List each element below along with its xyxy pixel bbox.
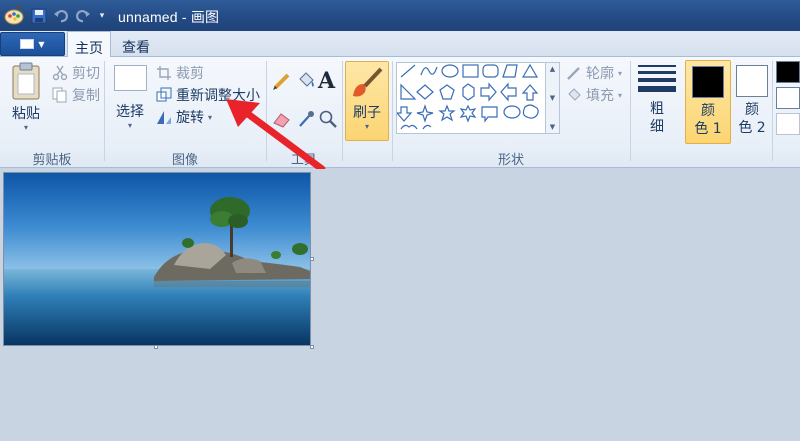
color-2-swatch xyxy=(736,65,768,97)
window-title: unnamed - 画图 xyxy=(118,9,220,25)
palette-swatch-black[interactable] xyxy=(776,61,800,83)
expand-gallery-icon[interactable]: ▼ xyxy=(550,123,555,131)
group-divider xyxy=(104,61,105,161)
document-icon xyxy=(20,39,35,49)
rotate-label: 旋转 xyxy=(176,110,204,126)
tab-view[interactable]: 查看 xyxy=(114,31,158,57)
color-2-button[interactable]: 颜 色 2 xyxy=(733,60,771,144)
color-1-button[interactable]: 颜 色 1 xyxy=(685,60,731,144)
ribbon-home: 粘贴 ▾ 剪切 复制 剪贴板 选择 ▾ 裁剪 重新调整大小 旋转 ▾ 图像 A … xyxy=(0,57,800,173)
shapes-gallery-scrollbar[interactable]: ▲ ▼ ▼ xyxy=(546,62,560,134)
fill-bucket-icon xyxy=(568,88,581,101)
fill-tool[interactable] xyxy=(296,71,316,91)
size-label-line1: 粗 xyxy=(650,101,664,117)
cut-button[interactable]: 剪切 xyxy=(52,63,100,83)
outline-button[interactable]: 轮廓 ▾ xyxy=(566,63,622,83)
scroll-up-icon[interactable]: ▲ xyxy=(550,65,555,73)
copy-button[interactable]: 复制 xyxy=(52,85,100,105)
group-divider xyxy=(342,61,343,161)
color-1-label-line1: 颜 xyxy=(701,103,715,119)
color-1-swatch xyxy=(692,66,724,98)
shapes-gallery[interactable] xyxy=(395,62,546,134)
group-divider xyxy=(772,61,773,161)
fill-label: 填充 xyxy=(586,88,614,104)
crop-icon xyxy=(157,66,171,80)
ribbon-tab-row: ▼ 主页 查看 xyxy=(0,31,800,58)
selection-rectangle-icon xyxy=(113,65,147,91)
rotate-icon xyxy=(157,111,171,124)
chevron-down-icon: ▼ xyxy=(38,39,45,49)
size-label-line2: 细 xyxy=(650,119,664,135)
group-divider xyxy=(392,61,393,161)
chevron-down-icon: ▾ xyxy=(618,68,623,78)
annotation-arrow-icon xyxy=(226,99,326,173)
brushes-button[interactable]: 刷子 ▾ xyxy=(345,61,389,141)
scissors-icon xyxy=(52,65,68,81)
tab-home[interactable]: 主页 xyxy=(67,31,111,58)
rotate-button[interactable]: 旋转 ▾ xyxy=(156,107,212,127)
canvas-image[interactable] xyxy=(3,172,311,346)
paste-label: 粘贴 xyxy=(12,106,40,122)
shapes-gallery-icons xyxy=(395,63,539,130)
line-size-icon xyxy=(638,65,676,92)
resize-handle-right[interactable] xyxy=(310,257,314,261)
chevron-down-icon: ▾ xyxy=(208,112,213,122)
cut-label: 剪切 xyxy=(72,66,100,82)
brush-icon xyxy=(353,67,383,97)
group-label-shapes: 形状 xyxy=(497,153,524,168)
text-tool-icon[interactable]: A xyxy=(318,68,338,94)
outline-pen-icon xyxy=(567,67,580,80)
chevron-down-icon: ▾ xyxy=(618,90,623,100)
landscape-photo xyxy=(4,173,310,345)
clipboard-icon xyxy=(12,62,40,100)
save-icon[interactable] xyxy=(30,5,48,27)
crop-label: 裁剪 xyxy=(176,66,204,82)
chevron-down-icon: ▾ xyxy=(364,122,369,131)
size-button[interactable]: 粗 细 xyxy=(636,63,678,136)
chevron-down-icon: ▾ xyxy=(127,121,132,130)
undo-icon[interactable] xyxy=(52,5,70,27)
resize-icon xyxy=(156,87,172,102)
color-2-label-line1: 颜 xyxy=(745,102,759,118)
group-label-clipboard: 剪贴板 xyxy=(32,153,72,168)
outline-label: 轮廓 xyxy=(586,66,614,82)
redo-icon[interactable] xyxy=(74,5,92,27)
chevron-down-icon: ▾ xyxy=(23,123,28,132)
color-2-label-line2: 色 2 xyxy=(738,120,766,136)
crop-button[interactable]: 裁剪 xyxy=(156,63,204,83)
select-button[interactable]: 选择 ▾ xyxy=(110,65,150,130)
customize-toolbar-chevron-icon[interactable]: ▾ xyxy=(96,5,108,27)
palette-swatch-empty[interactable] xyxy=(776,113,800,135)
group-divider xyxy=(630,61,631,161)
title-bar: ▾ unnamed - 画图 xyxy=(0,0,800,31)
copy-icon xyxy=(52,87,67,103)
resize-handle-corner[interactable] xyxy=(310,345,314,349)
fill-button[interactable]: 填充 ▾ xyxy=(566,85,622,105)
paste-button[interactable]: 粘贴 ▾ xyxy=(4,61,48,132)
pencil-tool[interactable] xyxy=(272,71,292,91)
paint-app-icon[interactable] xyxy=(2,5,26,27)
palette-swatch-white[interactable] xyxy=(776,87,800,109)
copy-label: 复制 xyxy=(72,88,100,104)
pencil-icon xyxy=(273,73,290,90)
select-label: 选择 xyxy=(116,104,144,120)
scroll-down-icon[interactable]: ▼ xyxy=(550,94,555,102)
resize-handle-bottom[interactable] xyxy=(154,345,158,349)
file-menu-button[interactable]: ▼ xyxy=(0,32,65,56)
canvas-workspace[interactable] xyxy=(0,169,800,441)
color-1-label-line2: 色 1 xyxy=(694,121,722,137)
paint-bucket-icon xyxy=(299,72,314,87)
brushes-label: 刷子 xyxy=(353,105,381,121)
